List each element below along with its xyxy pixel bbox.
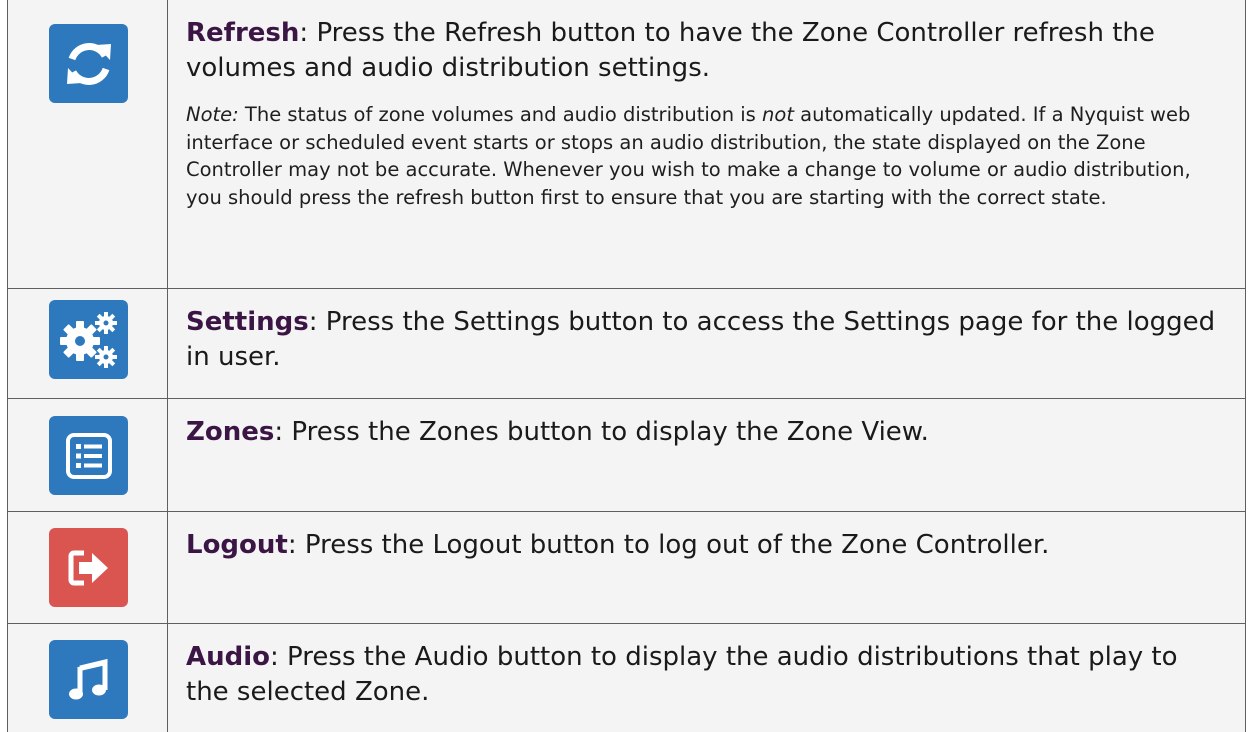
icon-cell: [8, 0, 168, 288]
note-label: Note:: [186, 103, 239, 126]
row-description: Refresh: Press the Refresh button to hav…: [186, 16, 1227, 86]
row-description: Audio: Press the Audio button to display…: [186, 640, 1227, 710]
row-description: Settings: Press the Settings button to a…: [186, 305, 1227, 375]
description-cell: Settings: Press the Settings button to a…: [168, 289, 1245, 398]
note-text: The status of zone volumes and audio dis…: [238, 103, 763, 126]
term-label: Refresh: [186, 18, 300, 48]
description-cell: Logout: Press the Logout button to log o…: [168, 512, 1245, 623]
settings-button[interactable]: [49, 300, 128, 379]
term-description: : Press the Audio button to display the …: [186, 642, 1178, 707]
term-description: : Press the Logout button to log out of …: [287, 530, 1050, 560]
table-row-zones: Zones: Press the Zones button to display…: [8, 399, 1245, 512]
icon-cell: [8, 399, 168, 511]
icon-cell: [8, 289, 168, 398]
term-description: : Press the Refresh button to have the Z…: [186, 18, 1155, 83]
term-label: Audio: [186, 642, 271, 672]
note-emphasis: not: [762, 103, 794, 126]
description-cell: Zones: Press the Zones button to display…: [168, 399, 1245, 511]
logout-button[interactable]: [49, 528, 128, 607]
table-row-audio: Audio: Press the Audio button to display…: [8, 624, 1245, 732]
audio-button[interactable]: [49, 640, 128, 719]
term-label: Settings: [186, 307, 309, 337]
button-reference-table: Refresh: Press the Refresh button to hav…: [7, 0, 1246, 732]
zones-button[interactable]: [49, 416, 128, 495]
gears-icon: [59, 311, 117, 368]
refresh-button[interactable]: [49, 24, 128, 103]
refresh-icon: [66, 42, 111, 85]
table-row-refresh: Refresh: Press the Refresh button to hav…: [8, 0, 1245, 289]
icon-cell: [8, 624, 168, 732]
music-note-icon: [68, 658, 107, 699]
note-paragraph: Note: The status of zone volumes and aud…: [186, 101, 1227, 211]
row-description: Logout: Press the Logout button to log o…: [186, 528, 1227, 563]
term-description: : Press the Settings button to access th…: [186, 307, 1216, 372]
term-label: Zones: [186, 417, 275, 447]
table-row-settings: Settings: Press the Settings button to a…: [8, 289, 1245, 399]
description-cell: Audio: Press the Audio button to display…: [168, 624, 1245, 732]
row-description: Zones: Press the Zones button to display…: [186, 415, 1227, 450]
description-cell: Refresh: Press the Refresh button to hav…: [168, 0, 1245, 288]
term-description: : Press the Zones button to display the …: [274, 417, 929, 447]
icon-cell: [8, 512, 168, 623]
table-row-logout: Logout: Press the Logout button to log o…: [8, 512, 1245, 624]
term-label: Logout: [186, 530, 288, 560]
logout-icon: [68, 550, 108, 585]
list-icon: [65, 432, 112, 479]
